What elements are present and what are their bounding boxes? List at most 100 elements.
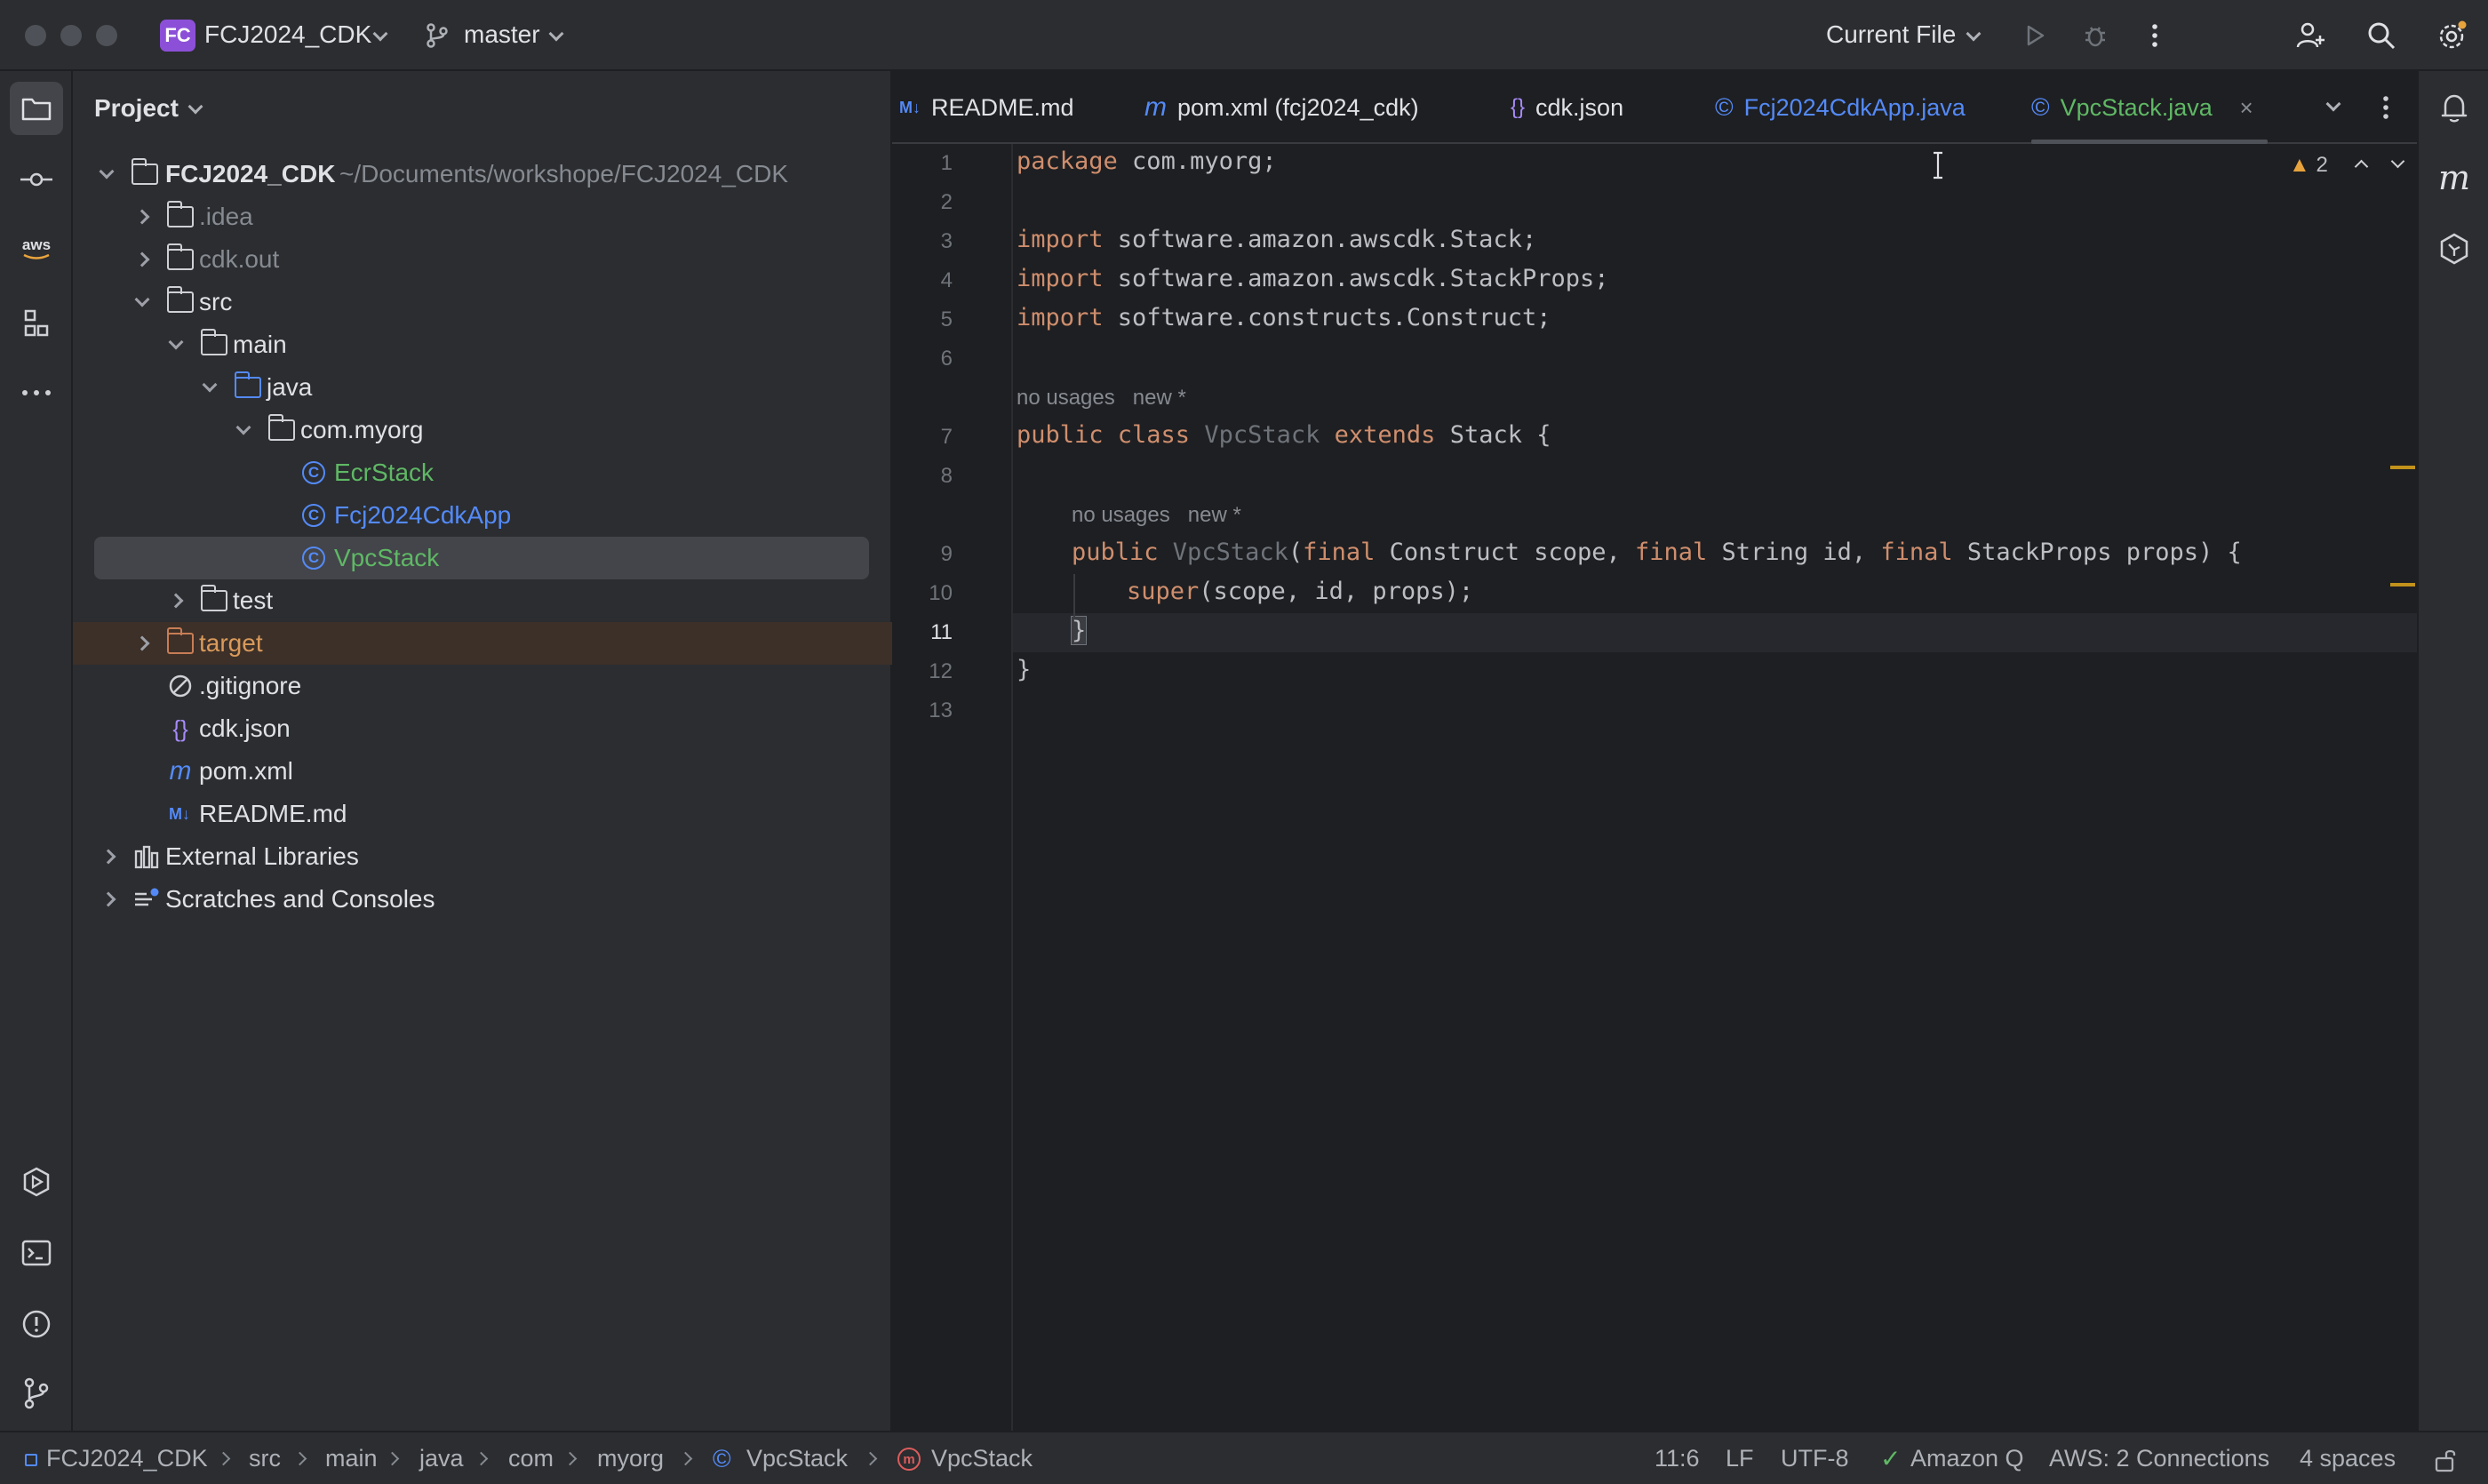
tree-item-scratches[interactable]: Scratches and Consoles [73, 878, 892, 921]
project-badge[interactable]: FC [160, 20, 195, 52]
left-tool-strip: aws [0, 71, 73, 1431]
close-tab-icon[interactable]: × [2240, 94, 2253, 122]
commit-tool-button[interactable] [10, 153, 63, 206]
amazon-q-status[interactable]: Amazon Q [1910, 1445, 2024, 1472]
tree-item-pom-xml[interactable]: m pom.xml [73, 750, 892, 793]
line-number: 5 [940, 307, 953, 331]
code-line-5: import software.constructs.Construct; [1017, 304, 1551, 331]
tree-item-root[interactable]: FCJ2024_CDK ~/Documents/workshope/FCJ202… [73, 153, 892, 195]
tab-vpcstack[interactable]: © VpcStack.java × [2031, 71, 2268, 144]
tree-item-java[interactable]: java [73, 366, 892, 409]
git-branch-icon [419, 18, 455, 53]
breadcrumb-item[interactable]: VpcStack [746, 1445, 848, 1472]
structure-tool-button[interactable] [10, 297, 63, 350]
notifications-icon[interactable] [2428, 82, 2481, 135]
folder-icon [165, 201, 195, 232]
breadcrumb-item[interactable]: main [325, 1445, 378, 1472]
inlay-hint-constructor[interactable]: no usages new * [1072, 503, 1241, 528]
tree-item-external-libraries[interactable]: External Libraries [73, 835, 892, 878]
package-icon [267, 414, 297, 445]
folder-icon [199, 585, 229, 616]
tab-pom-xml[interactable]: m pom.xml (fcj2024_cdk) [1144, 71, 1419, 144]
excluded-folder-icon [165, 627, 195, 658]
git-tool-button[interactable] [10, 1367, 63, 1420]
tab-readme[interactable]: M↓ README.md [899, 71, 1074, 144]
services-tool-button[interactable] [10, 1155, 63, 1209]
tree-item-src[interactable]: src [73, 281, 892, 323]
code-line-1: package com.myorg; [1017, 148, 1277, 175]
search-icon[interactable] [2364, 18, 2399, 53]
line-separator[interactable]: LF [1726, 1445, 1754, 1472]
tree-item-idea[interactable]: .idea [73, 195, 892, 238]
amazon-q-icon[interactable] [2428, 222, 2481, 275]
chevron-right-icon [216, 1451, 231, 1466]
warning-indicator[interactable]: ▲ 2 [2289, 153, 2328, 178]
settings-icon[interactable] [2435, 18, 2470, 53]
breadcrumb-item[interactable]: FCJ2024_CDK [46, 1445, 208, 1472]
tree-item-test[interactable]: test [73, 579, 892, 622]
add-user-icon[interactable] [2293, 18, 2328, 53]
tree-item-readme[interactable]: M↓ README.md [73, 793, 892, 835]
run-configuration-selector[interactable]: Current File [1826, 20, 1956, 49]
maven-tool-icon[interactable]: m [2428, 151, 2481, 204]
tree-item-gitignore[interactable]: .gitignore [73, 665, 892, 707]
tree-item-main[interactable]: main [73, 323, 892, 366]
indent-setting[interactable]: 4 spaces [2300, 1445, 2396, 1472]
breadcrumb-item[interactable]: myorg [597, 1445, 664, 1472]
next-highlight-icon[interactable] [2390, 154, 2405, 169]
breadcrumb-item[interactable]: src [249, 1445, 281, 1472]
breadcrumb-item[interactable]: VpcStack [931, 1445, 1033, 1472]
chevron-down-icon [235, 419, 251, 435]
debug-icon[interactable] [2077, 18, 2113, 53]
line-number: 1 [940, 151, 953, 175]
more-actions-icon[interactable] [2137, 18, 2173, 53]
project-panel-title[interactable]: Project [94, 94, 203, 123]
tree-item-cdk-out[interactable]: cdk.out [73, 238, 892, 281]
warning-icon: ▲ [2289, 153, 2310, 177]
folder-icon [199, 329, 229, 360]
previous-highlight-icon[interactable] [2354, 159, 2369, 174]
problems-tool-button[interactable] [10, 1297, 63, 1351]
tab-fcj2024cdkapp[interactable]: © Fcj2024CdkApp.java [1715, 71, 1966, 144]
more-tools-icon[interactable] [10, 366, 63, 419]
project-tool-button[interactable] [10, 82, 63, 135]
breadcrumb-item[interactable]: java [419, 1445, 464, 1472]
indent-guide [1073, 574, 1075, 617]
tree-item-target[interactable]: target [73, 622, 892, 665]
file-encoding[interactable]: UTF-8 [1781, 1445, 1849, 1472]
class-icon: C [299, 458, 329, 488]
aws-toolkit-button[interactable]: aws [10, 222, 63, 275]
window-zoom-button[interactable] [96, 25, 117, 46]
tab-list-dropdown[interactable] [2325, 71, 2341, 144]
warning-stripe-marker[interactable] [2390, 583, 2415, 586]
caret-position[interactable]: 11:6 [1655, 1445, 1700, 1472]
branch-selector[interactable]: master [464, 20, 540, 49]
tab-more-actions[interactable] [2381, 71, 2390, 144]
source-folder-icon [233, 371, 263, 403]
json-file-icon: {} [172, 714, 188, 742]
terminal-tool-button[interactable] [10, 1226, 63, 1280]
aws-connections-status[interactable]: AWS: 2 Connections [2049, 1445, 2269, 1472]
chevron-right-icon [863, 1451, 878, 1466]
breadcrumb-item[interactable]: com [508, 1445, 554, 1472]
chevron-right-icon [385, 1451, 400, 1466]
run-icon[interactable] [2017, 18, 2053, 53]
lock-icon[interactable] [2433, 1447, 2458, 1480]
warning-stripe-marker[interactable] [2390, 466, 2415, 469]
markdown-file-icon: M↓ [169, 804, 190, 823]
project-selector[interactable]: FCJ2024_CDK [204, 20, 371, 49]
tree-item-com-myorg[interactable]: com.myorg [73, 409, 892, 451]
inlay-hint-class[interactable]: no usages new * [1017, 386, 1186, 411]
window-close-button[interactable] [25, 25, 46, 46]
tree-item-cdk-json[interactable]: {} cdk.json [73, 707, 892, 750]
library-icon [132, 842, 162, 872]
method-icon: m [897, 1448, 921, 1471]
tree-item-vpcstack[interactable]: C VpcStack [94, 537, 869, 579]
window-minimize-button[interactable] [60, 25, 82, 46]
chevron-right-icon [562, 1451, 578, 1466]
tab-cdk-json[interactable]: {} cdk.json [1511, 71, 1623, 144]
chevron-down-icon [1966, 26, 1982, 42]
code-editor[interactable]: 1 2 3 4 5 6 7 8 9 10 11 12 13 ▲ 2 packag… [892, 144, 2417, 1431]
tree-item-fcj2024cdkapp[interactable]: C Fcj2024CdkApp [73, 494, 892, 537]
tree-item-ecrstack[interactable]: C EcrStack [73, 451, 892, 494]
